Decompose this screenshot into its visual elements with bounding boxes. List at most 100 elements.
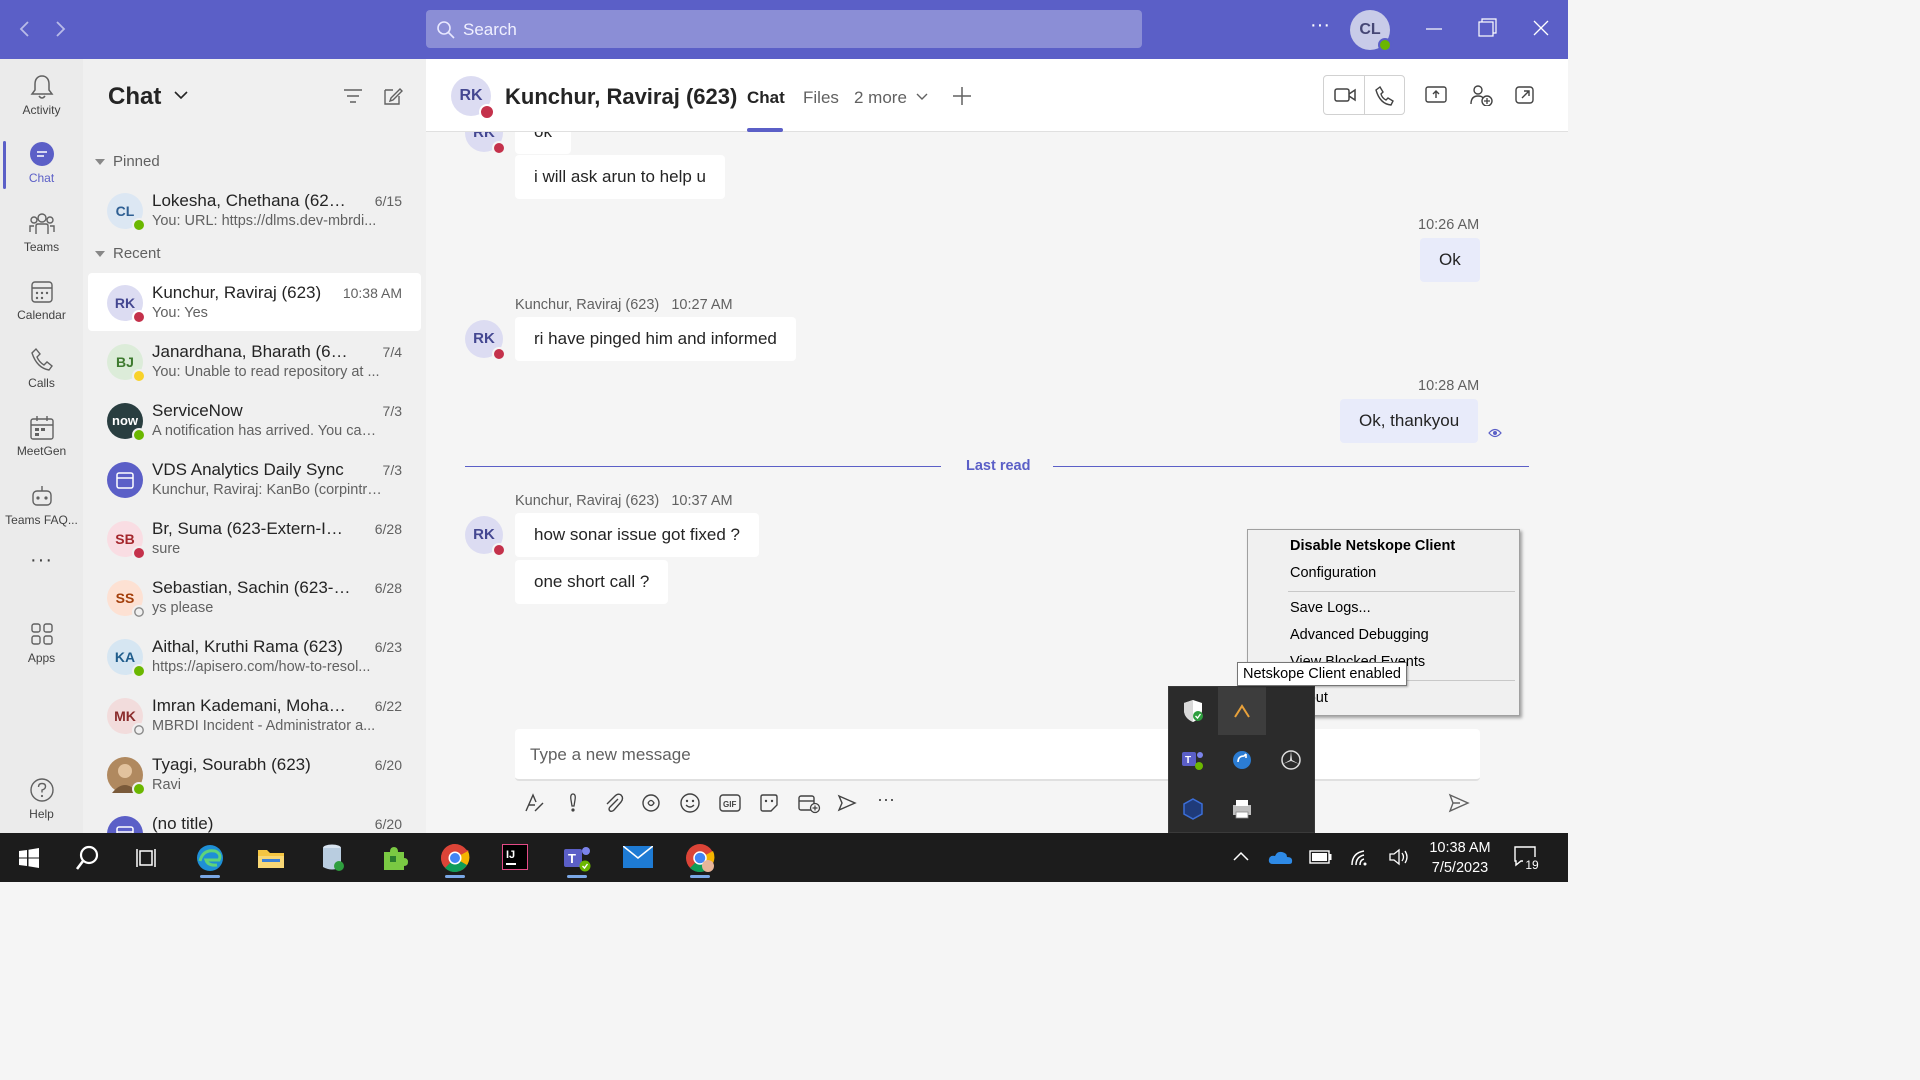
teams-taskbar-icon[interactable]: T: [555, 838, 599, 878]
new-chat-icon[interactable]: [382, 85, 404, 107]
message-bubble[interactable]: one short call ?: [515, 560, 669, 604]
tab-files[interactable]: Files: [803, 88, 839, 108]
chevron-down-icon[interactable]: [174, 90, 188, 100]
intellij-icon[interactable]: IJ: [493, 838, 537, 878]
chat-list-item[interactable]: (no title) 6/20: [88, 804, 421, 833]
chrome-profile-icon[interactable]: [678, 838, 722, 878]
volume-icon[interactable]: [1388, 848, 1410, 866]
status-busy-icon: [492, 141, 506, 155]
rail-teams-faq[interactable]: Teams FAQ...: [0, 473, 83, 537]
filter-icon[interactable]: [342, 86, 364, 106]
close-window-icon[interactable]: [1531, 17, 1551, 41]
profile-avatar[interactable]: CL: [1350, 10, 1392, 52]
edge-browser-icon[interactable]: [188, 838, 232, 878]
onedrive-icon[interactable]: [1268, 848, 1294, 866]
video-call-icon[interactable]: [1334, 86, 1356, 104]
show-hidden-icons-icon[interactable]: [1232, 850, 1250, 862]
taskbar-clock[interactable]: 10:38 AM 7/5/2023: [1420, 838, 1500, 878]
chat-list-item[interactable]: now ServiceNow A notification has arrive…: [88, 391, 421, 449]
search-input[interactable]: Search: [426, 10, 1142, 48]
share-screen-icon[interactable]: [1425, 85, 1447, 105]
wifi-icon[interactable]: [1350, 847, 1372, 867]
schedule-meeting-icon[interactable]: [797, 792, 821, 814]
section-recent[interactable]: Recent: [95, 245, 161, 262]
chat-name: Br, Suma (623-Extern-Info...: [152, 519, 352, 538]
chat-list-item[interactable]: Tyagi, Sourabh (623) Ravi 6/20: [88, 745, 421, 803]
tab-more[interactable]: 2 more: [854, 88, 907, 108]
chat-list-item[interactable]: VDS Analytics Daily Sync Kunchur, Ravira…: [88, 450, 421, 508]
chat-list-item[interactable]: RK Kunchur, Raviraj (623) You: Yes 10:38…: [88, 273, 421, 331]
menu-item-configuration[interactable]: Configuration: [1290, 565, 1376, 581]
puzzle-app-icon[interactable]: [371, 838, 415, 878]
hexagon-tray-icon[interactable]: [1169, 785, 1217, 833]
rail-help[interactable]: Help: [0, 767, 83, 831]
my-message-bubble[interactable]: Ok: [1420, 238, 1480, 282]
more-tools-button[interactable]: ···: [877, 789, 895, 810]
windows-start-icon[interactable]: [7, 838, 51, 878]
praise-icon[interactable]: [836, 792, 858, 814]
audio-call-icon[interactable]: [1374, 85, 1396, 107]
file-explorer-icon[interactable]: [249, 838, 293, 878]
chat-list-item[interactable]: SB Br, Suma (623-Extern-Info... sure 6/2…: [88, 509, 421, 567]
more-options-button[interactable]: ···: [1310, 14, 1330, 37]
format-icon[interactable]: [523, 792, 545, 814]
rail-calendar[interactable]: Calendar: [0, 268, 83, 332]
gif-icon[interactable]: GIF: [718, 792, 742, 814]
mail-icon[interactable]: [616, 838, 660, 878]
sync-tray-icon[interactable]: [1218, 736, 1266, 784]
chat-list-item[interactable]: SS Sebastian, Sachin (623-Ext... ys plea…: [88, 568, 421, 626]
printer-tray-icon[interactable]: [1218, 785, 1266, 833]
action-center-button[interactable]: 19: [1513, 845, 1543, 875]
my-message-bubble[interactable]: Ok, thankyou: [1340, 399, 1479, 443]
chat-list-item[interactable]: BJ Janardhana, Bharath (623) You: Unable…: [88, 332, 421, 390]
back-arrow-icon[interactable]: [13, 17, 37, 41]
restore-icon[interactable]: [1477, 17, 1497, 41]
contact-avatar[interactable]: RK: [451, 76, 495, 120]
tab-chat[interactable]: Chat: [747, 88, 785, 108]
menu-item-save-logs[interactable]: Save Logs...: [1290, 600, 1371, 616]
rail-label: Chat: [28, 171, 55, 185]
chat-list-item[interactable]: MK Imran Kademani, Moham... MBRDI Incide…: [88, 686, 421, 744]
rail-teams[interactable]: Teams: [0, 200, 83, 264]
rail-more[interactable]: ···: [0, 549, 83, 579]
netskope-tray-icon[interactable]: [1218, 687, 1266, 735]
important-icon[interactable]: [564, 792, 582, 814]
task-view-icon[interactable]: [125, 838, 169, 878]
phone-icon: [31, 347, 53, 371]
sender-avatar: RK: [465, 320, 506, 361]
send-icon[interactable]: [1448, 792, 1470, 814]
database-app-icon[interactable]: [311, 838, 355, 878]
message-bubble[interactable]: i will ask arun to help u: [515, 155, 725, 199]
menu-item-disable-netskope[interactable]: Disable Netskope Client: [1290, 538, 1455, 554]
sticker-icon[interactable]: [758, 792, 780, 814]
last-read-label: Last read: [966, 458, 1031, 474]
section-pinned[interactable]: Pinned: [95, 153, 160, 170]
rail-apps[interactable]: Apps: [0, 611, 83, 675]
mercedes-tray-icon[interactable]: [1267, 736, 1315, 784]
message-bubble[interactable]: ok: [515, 132, 571, 154]
search-taskbar-icon[interactable]: [66, 838, 110, 878]
attach-icon[interactable]: [602, 792, 624, 814]
chat-list-item[interactable]: KA Aithal, Kruthi Rama (623) https://api…: [88, 627, 421, 685]
compose-box[interactable]: Type a new message: [515, 729, 1480, 781]
add-people-icon[interactable]: [1469, 84, 1493, 106]
chat-list-item[interactable]: CL Lokesha, Chethana (623) (... You: URL…: [88, 181, 421, 239]
add-tab-icon[interactable]: [952, 86, 972, 106]
menu-item-advanced-debugging[interactable]: Advanced Debugging: [1290, 627, 1429, 643]
teams-tray-icon[interactable]: T: [1169, 736, 1217, 784]
rail-calls[interactable]: Calls: [0, 336, 83, 400]
forward-arrow-icon[interactable]: [48, 17, 72, 41]
tray-app-icon[interactable]: [1267, 687, 1315, 735]
pop-out-icon[interactable]: [1514, 85, 1536, 105]
battery-icon[interactable]: [1309, 849, 1333, 865]
defender-shield-icon[interactable]: [1169, 687, 1217, 735]
rail-chat[interactable]: Chat: [0, 131, 83, 195]
minimize-icon[interactable]: [1424, 17, 1444, 41]
chrome-browser-icon[interactable]: [433, 838, 477, 878]
rail-meetgen[interactable]: MeetGen: [0, 404, 83, 468]
emoji-icon[interactable]: [679, 792, 701, 814]
message-bubble[interactable]: ri have pinged him and informed: [515, 317, 796, 361]
message-bubble[interactable]: how sonar issue got fixed ?: [515, 513, 760, 557]
loop-icon[interactable]: [640, 792, 662, 814]
rail-activity[interactable]: Activity: [0, 63, 83, 127]
